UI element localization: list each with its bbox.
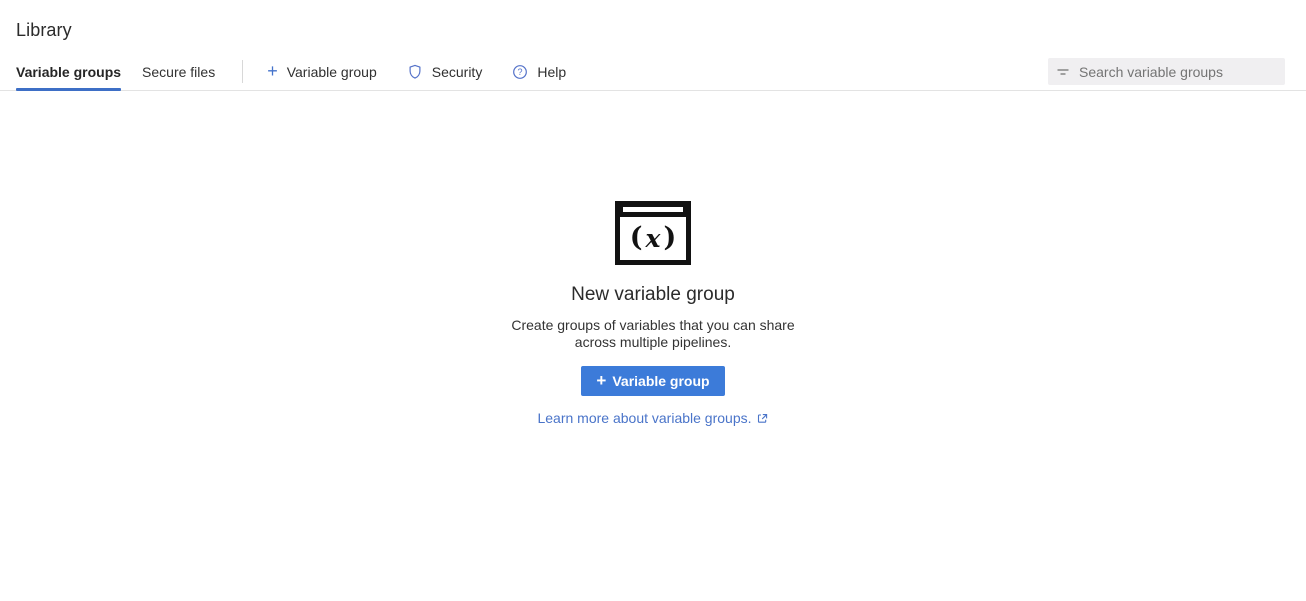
- page-header: Library: [0, 0, 1306, 53]
- tab-variable-groups-label: Variable groups: [16, 64, 121, 80]
- security-button[interactable]: Security: [407, 64, 483, 80]
- tab-bar: Variable groups Secure files + Variable …: [0, 53, 1306, 91]
- learn-more-link-label: Learn more about variable groups.: [537, 410, 751, 426]
- help-button[interactable]: ? Help: [512, 64, 566, 80]
- toolbar-divider: [242, 60, 243, 83]
- tab-secure-files-label: Secure files: [142, 64, 215, 80]
- external-link-icon: [756, 412, 769, 425]
- filter-icon: [1056, 65, 1070, 79]
- svg-text:?: ?: [518, 67, 523, 77]
- tab-secure-files[interactable]: Secure files: [142, 53, 215, 90]
- variable-groups-empty-state: ( x ) New variable group Create groups o…: [511, 201, 794, 426]
- help-icon: ?: [512, 64, 528, 80]
- variable-group-icon: ( x ): [615, 201, 691, 265]
- search-variable-groups-input[interactable]: [1079, 64, 1277, 80]
- security-label: Security: [432, 64, 483, 80]
- variable-group-icon-titlebar: [620, 206, 686, 217]
- add-variable-group-label: Variable group: [287, 64, 377, 80]
- shield-icon: [407, 64, 423, 80]
- search-variable-groups-box[interactable]: [1048, 58, 1285, 85]
- add-variable-group-button[interactable]: + Variable group: [267, 63, 377, 81]
- page-title: Library: [16, 20, 1290, 41]
- variable-group-button[interactable]: + Variable group: [581, 366, 724, 396]
- learn-more-link[interactable]: Learn more about variable groups.: [537, 410, 768, 426]
- empty-state-description: Create groups of variables that you can …: [511, 317, 794, 351]
- plus-icon: +: [267, 62, 278, 80]
- plus-icon: +: [596, 372, 606, 389]
- empty-state-title: New variable group: [571, 284, 735, 306]
- library-page: Library Variable groups Secure files + V…: [0, 0, 1306, 426]
- help-label: Help: [537, 64, 566, 80]
- content-area: ( x ) New variable group Create groups o…: [0, 91, 1306, 426]
- variable-group-button-label: Variable group: [612, 373, 709, 389]
- tab-variable-groups[interactable]: Variable groups: [16, 53, 121, 90]
